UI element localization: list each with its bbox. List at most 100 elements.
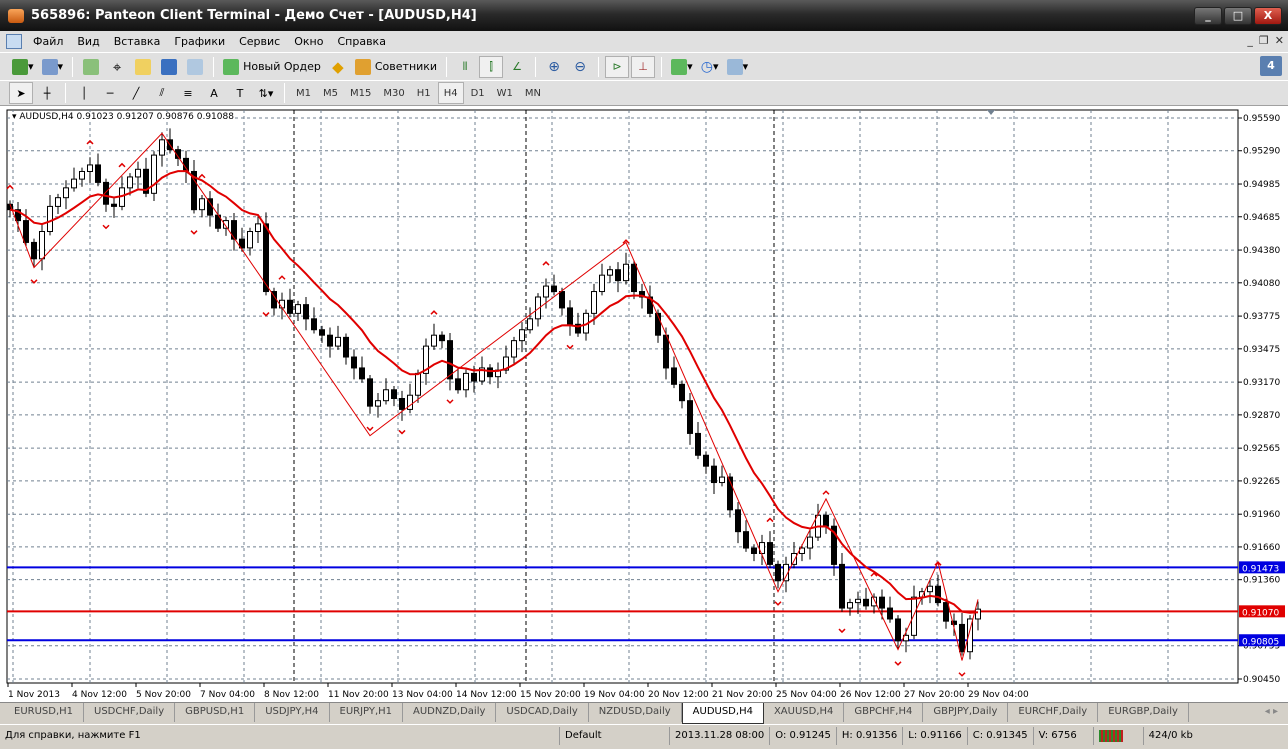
chart-window[interactable]: 0.95590 0.95290 0.94985 0.94685 0.94380 0.940…	[0, 106, 1288, 702]
chart-tab[interactable]: NZDUSD,Daily	[589, 703, 682, 722]
status-profile: Default	[560, 726, 670, 745]
chart-tab[interactable]: EURCHF,Daily	[1008, 703, 1099, 722]
bear-candle	[735, 509, 741, 533]
status-open: O: 0.91245	[770, 726, 837, 745]
notifications-badge[interactable]: 4	[1260, 56, 1282, 76]
menu-view[interactable]: Вид	[70, 35, 106, 48]
chart-tab[interactable]: USDCAD,Daily	[496, 703, 589, 722]
timeframe-h1[interactable]: H1	[412, 82, 436, 104]
close-button[interactable]: X	[1254, 7, 1282, 25]
bull-candle	[159, 139, 165, 156]
new-order-icon	[223, 58, 240, 75]
level-price-label: 0.90805	[1242, 637, 1279, 647]
status-datetime: 2013.11.28 08:00	[670, 726, 771, 745]
chart-tab[interactable]: GBPCHF,H4	[844, 703, 924, 722]
chart-tab[interactable]: USDCHF,Daily	[84, 703, 176, 722]
mdi-minimize-button[interactable]: _	[1247, 34, 1253, 47]
bar-chart-button[interactable]: ⫴	[453, 56, 477, 78]
zoom-out-button[interactable]: ⊖	[568, 56, 592, 78]
x-tick-label: 20 Nov 12:00	[648, 690, 709, 700]
bull-candle	[279, 299, 285, 309]
chart-tab[interactable]: GBPJPY,Daily	[923, 703, 1009, 722]
timeframe-m15[interactable]: M15	[345, 82, 376, 104]
timeframe-h4[interactable]: H4	[437, 82, 464, 104]
text-label-tool[interactable]: T	[228, 82, 252, 104]
maximize-button[interactable]: □	[1224, 7, 1252, 25]
indicators-button[interactable]: ▾	[668, 56, 696, 78]
trendline-tool[interactable]: ╱	[124, 82, 148, 104]
bear-candle	[367, 378, 373, 407]
menu-insert[interactable]: Вставка	[107, 35, 168, 48]
y-tick-label: 0.91660	[1243, 543, 1280, 553]
app-icon	[8, 8, 24, 23]
periods-button[interactable]: ◷ ▾	[698, 56, 722, 78]
navigator-button[interactable]	[131, 56, 155, 78]
new-chart-button[interactable]: ▾	[9, 56, 37, 78]
menu-tools[interactable]: Сервис	[232, 35, 287, 48]
arrows-tool[interactable]: ⇅▾	[254, 82, 278, 104]
timeframe-m5[interactable]: M5	[318, 82, 343, 104]
chart-tab[interactable]: XAUUSD,H4	[764, 703, 845, 722]
minimize-button[interactable]: _	[1194, 7, 1222, 25]
fibonacci-tool[interactable]: ≡	[176, 82, 200, 104]
bull-candle	[607, 269, 613, 276]
y-tick-label: 0.91960	[1243, 510, 1280, 520]
chart-tab[interactable]: EURGBP,Daily	[1098, 703, 1189, 722]
status-low: L: 0.91166	[903, 726, 968, 745]
horizontal-line-tool[interactable]: ─	[98, 82, 122, 104]
chart-tab[interactable]: EURUSD,H1	[4, 703, 85, 722]
market-watch-button[interactable]	[79, 56, 103, 78]
chart-tab[interactable]: AUDUSD,H4	[681, 703, 764, 724]
candlestick-button[interactable]: ⫿	[479, 55, 504, 78]
menu-window[interactable]: Окно	[287, 35, 330, 48]
tester-button[interactable]	[183, 56, 207, 78]
mdi-restore-button[interactable]: ❐	[1259, 34, 1269, 47]
profiles-button[interactable]: ▾	[39, 56, 67, 78]
timeframe-m30[interactable]: M30	[378, 82, 409, 104]
new-order-button[interactable]: Новый Ордер	[220, 56, 324, 78]
menu-charts[interactable]: Графики	[167, 35, 232, 48]
bear-candle	[767, 542, 773, 565]
chart-tab[interactable]: AUDNZD,Daily	[403, 703, 497, 722]
bear-candle	[551, 285, 557, 293]
chart-tab[interactable]: USDJPY,H4	[255, 703, 330, 722]
window-title: 565896: Panteon Client Terminal - Демо С…	[31, 8, 477, 23]
cursor-tool[interactable]: ➤	[9, 82, 33, 104]
tab-scroll-arrows[interactable]: ◂ ▸	[1265, 706, 1278, 717]
chart-tab[interactable]: EURJPY,H1	[330, 703, 404, 722]
chart-tab[interactable]: GBPUSD,H1	[175, 703, 256, 722]
menu-help[interactable]: Справка	[330, 35, 392, 48]
bear-candle	[359, 367, 365, 380]
bear-candle	[615, 269, 621, 282]
bear-candle	[455, 378, 461, 391]
vertical-line-tool[interactable]: │	[72, 82, 96, 104]
title-bar: 565896: Panteon Client Terminal - Демо С…	[0, 0, 1288, 31]
horizontal-line-icon: ─	[106, 86, 114, 100]
templates-button[interactable]: ▾	[724, 56, 752, 78]
line-chart-button[interactable]: ∠	[505, 56, 529, 78]
timeframe-mn[interactable]: MN	[520, 82, 546, 104]
y-tick-label: 0.92265	[1243, 477, 1280, 487]
x-tick-label: 8 Nov 12:00	[264, 690, 319, 700]
bull-candle	[87, 164, 93, 172]
chart-tabs: EURUSD,H1 USDCHF,Daily GBPUSD,H1 USDJPY,H4 E…	[0, 702, 1288, 724]
chart-shift-button[interactable]: ⊥	[631, 55, 656, 78]
alert-button[interactable]: ◆	[326, 56, 350, 78]
data-window-button[interactable]: ⌖	[105, 56, 129, 78]
price-chart[interactable]: 0.95590 0.95290 0.94985 0.94685 0.94380 0.940…	[0, 106, 1288, 702]
profiles-icon	[41, 58, 58, 75]
mdi-close-button[interactable]: ✕	[1275, 34, 1284, 47]
timeframe-w1[interactable]: W1	[492, 82, 518, 104]
autoscroll-button[interactable]: ⊳	[605, 55, 630, 78]
y-tick-label: 0.92565	[1243, 444, 1280, 454]
bear-candle	[399, 398, 405, 410]
crosshair-tool[interactable]: ┼	[35, 82, 59, 104]
channel-tool[interactable]: ⫽	[150, 82, 174, 104]
expert-advisors-button[interactable]: Советники	[352, 56, 440, 78]
timeframe-m1[interactable]: M1	[291, 82, 316, 104]
text-tool[interactable]: A	[202, 82, 226, 104]
timeframe-d1[interactable]: D1	[466, 82, 490, 104]
zoom-in-button[interactable]: ⊕	[542, 56, 566, 78]
menu-file[interactable]: Файл	[26, 35, 70, 48]
terminal-button[interactable]	[157, 56, 181, 78]
